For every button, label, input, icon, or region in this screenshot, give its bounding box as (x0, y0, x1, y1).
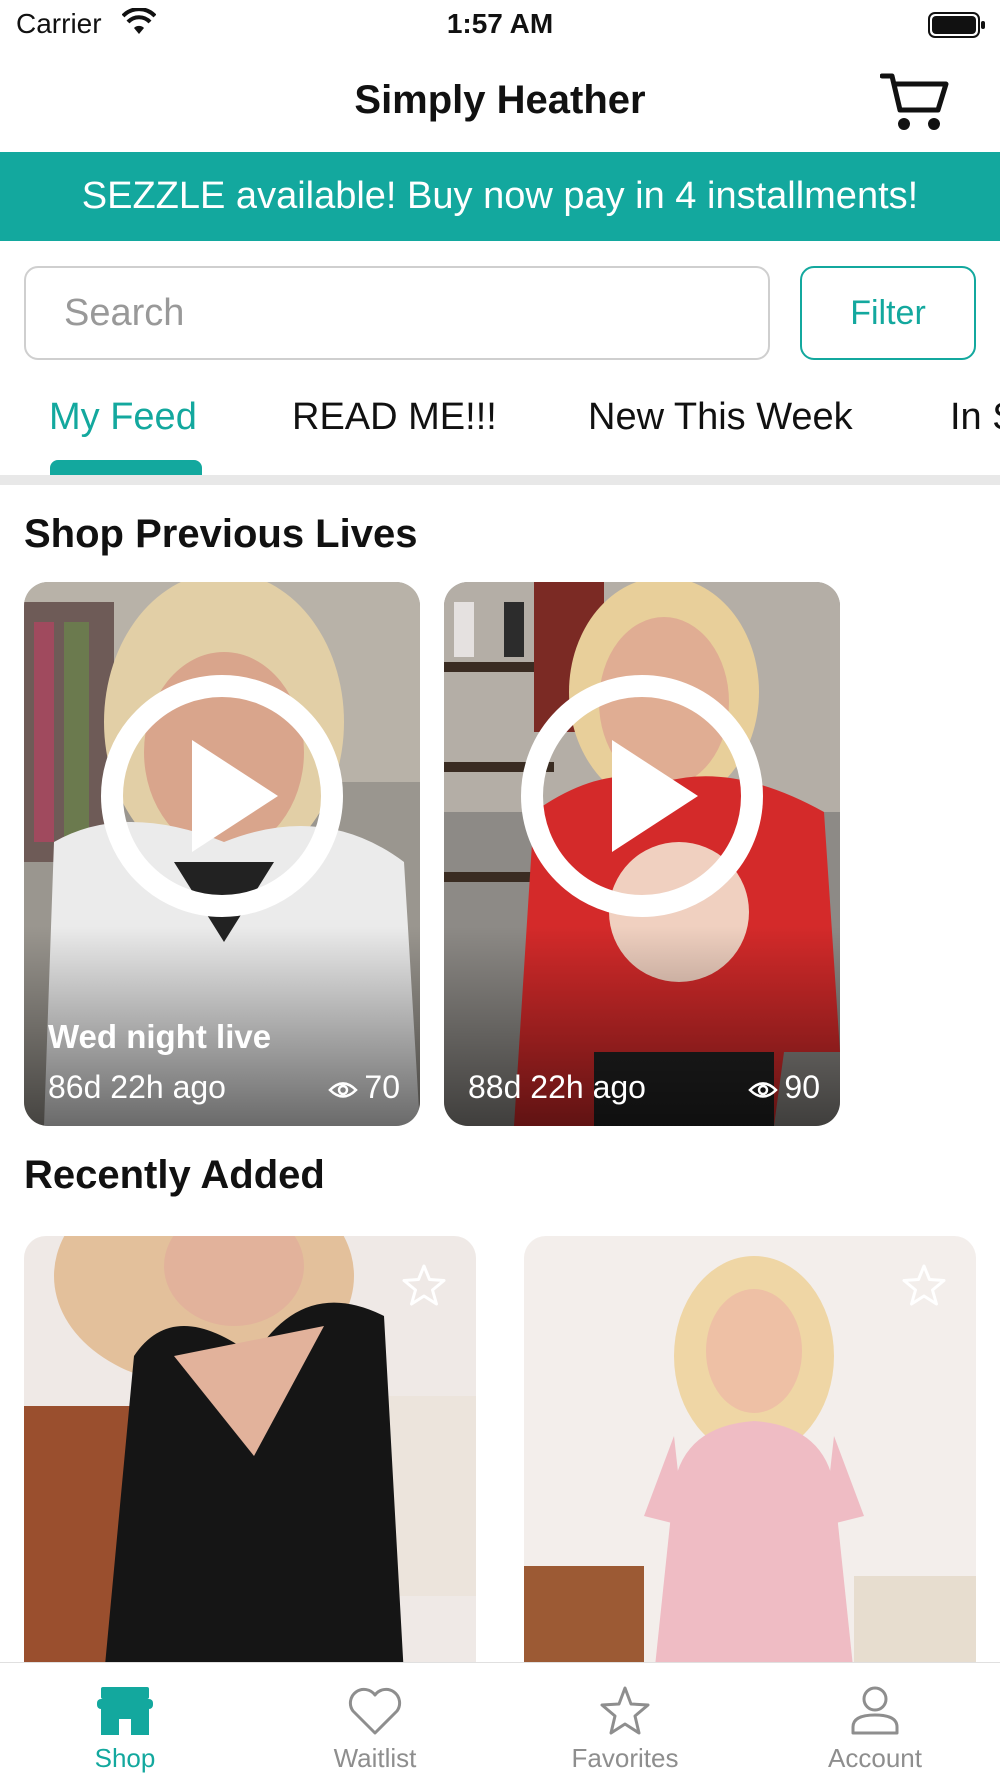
clock: 1:57 AM (446, 8, 554, 39)
filter-button[interactable]: Filter (800, 266, 976, 360)
tab-label: Favorites (571, 1743, 679, 1773)
product-card[interactable] (24, 1236, 476, 1676)
tab-favorites[interactable]: Favorites (500, 1685, 750, 1774)
person-icon (851, 1686, 899, 1735)
tab-read-me[interactable]: READ ME!!! (292, 396, 497, 439)
cart-icon (879, 73, 949, 130)
tab-label: Shop (94, 1743, 156, 1773)
live-view-count: 70 (328, 1069, 400, 1106)
status-bar: Carrier 1:57 AM (0, 0, 1000, 50)
tab-new-this-week[interactable]: New This Week (588, 396, 853, 439)
search-input[interactable]: Search (24, 266, 770, 360)
eye-icon (748, 1081, 779, 1098)
section-title-recently-added: Recently Added (24, 1153, 325, 1197)
section-title-previous-lives: Shop Previous Lives (24, 512, 418, 556)
heart-icon (348, 1687, 402, 1735)
favorite-button[interactable] (400, 1262, 448, 1315)
tab-my-feed[interactable]: My Feed (49, 396, 197, 439)
favorite-button[interactable] (900, 1262, 948, 1315)
page-title: Simply Heather (354, 78, 646, 122)
nav-bar: Simply Heather (0, 50, 1000, 152)
tab-label: Account (828, 1743, 922, 1773)
live-view-count: 90 (748, 1069, 820, 1106)
eye-icon (328, 1081, 359, 1098)
active-tab-indicator (50, 460, 202, 475)
tab-account[interactable]: Account (750, 1685, 1000, 1774)
tab-shop[interactable]: Shop (0, 1685, 250, 1774)
star-icon (902, 1264, 946, 1306)
tab-waitlist[interactable]: Waitlist (250, 1685, 500, 1774)
star-icon (402, 1264, 446, 1306)
bottom-tab-bar: Shop Waitlist Favorites Account (0, 1662, 1000, 1779)
live-title: Wed night live (48, 1018, 272, 1055)
live-time-ago: 88d 22h ago (468, 1069, 646, 1105)
battery-icon (928, 12, 986, 43)
live-time-ago: 86d 22h ago (48, 1069, 226, 1105)
tab-label: Waitlist (333, 1743, 417, 1773)
category-tabs: My Feed READ ME!!! New This Week In S (0, 380, 1000, 475)
play-icon (101, 675, 343, 917)
view-count: 70 (364, 1069, 400, 1105)
tab-in-stock[interactable]: In S (950, 396, 1000, 439)
live-video-card[interactable]: 88d 22h ago 90 (444, 582, 840, 1126)
promo-banner[interactable]: SEZZLE available! Buy now pay in 4 insta… (0, 152, 1000, 241)
view-count: 90 (784, 1069, 820, 1105)
star-icon (600, 1686, 650, 1735)
cart-button[interactable] (879, 70, 950, 139)
live-video-card[interactable]: Wed night live 86d 22h ago 70 (24, 582, 420, 1126)
product-card[interactable] (524, 1236, 976, 1676)
play-icon (521, 675, 763, 917)
store-icon (97, 1687, 153, 1735)
divider (0, 475, 1000, 485)
